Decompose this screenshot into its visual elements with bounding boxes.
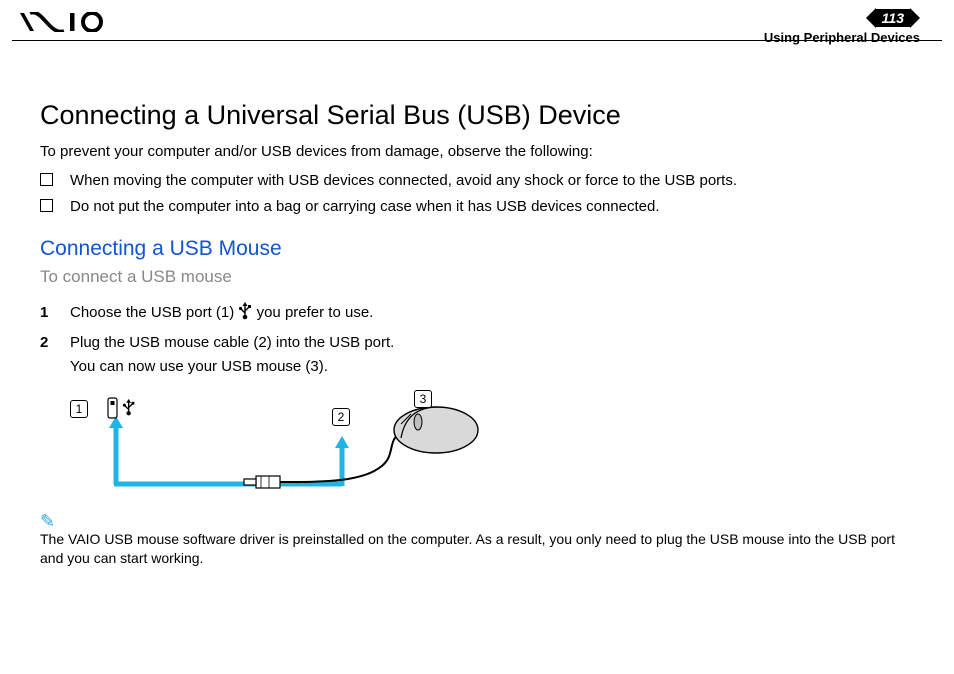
page-number: 113 xyxy=(882,10,904,26)
diagram-label: 1 xyxy=(70,400,88,418)
note-pencil-icon: ✎ xyxy=(40,511,920,532)
step-number: 2 xyxy=(40,331,48,354)
nav-next-icon[interactable] xyxy=(910,8,920,28)
diagram-label: 2 xyxy=(332,408,350,426)
step-number: 1 xyxy=(40,301,48,324)
step-text: Plug the USB mouse cable (2) into the US… xyxy=(70,334,394,351)
subheading: Connecting a USB Mouse xyxy=(40,237,920,261)
connection-diagram: 1 2 3 xyxy=(66,394,506,499)
warning-item: When moving the computer with USB device… xyxy=(40,168,920,194)
step-text: Choose the USB port (1) xyxy=(70,304,238,321)
step-text: you prefer to use. xyxy=(257,304,374,321)
warning-item: Do not put the computer into a bag or ca… xyxy=(40,194,920,220)
intro-text: To prevent your computer and/or USB devi… xyxy=(40,143,920,160)
procedure-title: To connect a USB mouse xyxy=(40,267,920,287)
page-title: Connecting a Universal Serial Bus (USB) … xyxy=(40,100,920,131)
diagram-label: 3 xyxy=(414,390,432,408)
section-title: Using Peripheral Devices xyxy=(764,30,920,45)
note-text: The VAIO USB mouse software driver is pr… xyxy=(40,530,920,568)
nav-prev-icon[interactable] xyxy=(866,8,876,28)
step-text: You can now use your USB mouse (3). xyxy=(70,358,328,375)
page-number-badge[interactable]: 113 xyxy=(866,8,920,28)
usb-trident-icon xyxy=(238,302,252,327)
step-item: 1 Choose the USB port (1) you prefer to … xyxy=(40,301,920,327)
vaio-logo-icon xyxy=(20,12,106,37)
step-item: 2 Plug the USB mouse cable (2) into the … xyxy=(40,331,920,378)
header-divider xyxy=(12,40,942,41)
